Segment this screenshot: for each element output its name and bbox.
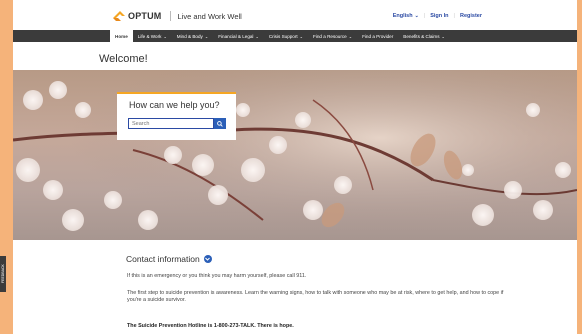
nav-item-label: Find a Resource [313, 33, 347, 39]
emergency-text: If this is an emergency or you think you… [127, 273, 307, 279]
search-button[interactable] [214, 118, 226, 129]
nav-item-life-work[interactable]: Life & Work ⌄ [133, 30, 172, 42]
contact-title: Contact information [126, 254, 200, 264]
top-links: English ⌄ | Sign In | Register [393, 13, 482, 19]
nav-item-label: Life & Work [137, 33, 162, 39]
nav-item-crisis-support[interactable]: Crisis Support ⌄ [264, 30, 308, 42]
optum-logo[interactable]: OPTUM Live and Work Well [112, 10, 242, 22]
nav-item-label: Benefits & Claims [403, 33, 440, 39]
search-icon [217, 120, 223, 127]
awareness-text: The first step to suicide prevention is … [127, 290, 504, 303]
top-header: OPTUM Live and Work Well English ⌄ | Sign… [13, 0, 577, 30]
nav-item-benefits-claims[interactable]: Benefits & Claims ⌄ [398, 30, 450, 42]
nav-item-find-a-resource[interactable]: Find a Resource ⌄ [308, 30, 357, 42]
nav-item-label: Crisis Support [268, 33, 298, 39]
help-search-card: How can we help you? [117, 92, 236, 140]
chevron-down-icon: ⌄ [204, 33, 209, 39]
optum-logo-icon [112, 10, 126, 22]
chevron-down-icon [203, 255, 212, 263]
feedback-tab[interactable]: FEEDBACK [0, 256, 6, 292]
cherry-blossom-image [13, 70, 577, 240]
contact-information-toggle[interactable]: Contact information [126, 254, 212, 264]
hero-banner [13, 70, 577, 240]
nav-item-label: Home [115, 33, 128, 39]
register-link[interactable]: Register [460, 13, 482, 19]
hotline-text: The Suicide Prevention Hotline is 1-800-… [127, 323, 294, 329]
chevron-down-icon: ⌄ [163, 33, 167, 39]
nav-item-label: Mind & Body [176, 33, 203, 39]
page-title: Welcome! [99, 53, 148, 65]
help-title: How can we help you? [129, 100, 220, 110]
chevron-down-icon: ⌄ [441, 33, 445, 39]
nav-item-label: Financial & Legal [218, 33, 254, 39]
language-selector[interactable]: English ⌄ [393, 13, 419, 19]
sign-in-link[interactable]: Sign In [430, 13, 448, 19]
nav-item-find-a-provider[interactable]: Find a Provider [357, 30, 398, 42]
page: OPTUM Live and Work Well English ⌄ | Sign… [13, 0, 577, 334]
logo-text: OPTUM [128, 11, 162, 21]
nav-item-mind-body[interactable]: Mind & Body ⌄ [172, 30, 213, 42]
link-divider: | [453, 13, 455, 19]
search-input[interactable] [128, 118, 214, 129]
link-divider: | [423, 13, 426, 19]
nav-item-financial-legal[interactable]: Financial & Legal ⌄ [213, 30, 264, 42]
chevron-down-icon: ⌄ [299, 33, 304, 39]
chevron-down-icon: ⌄ [348, 33, 353, 39]
tagline: Live and Work Well [177, 11, 242, 21]
chevron-down-icon: ⌄ [255, 33, 259, 39]
chevron-down-icon: ⌄ [414, 13, 419, 19]
nav-item-label: Find a Provider [362, 33, 394, 39]
logo-divider [169, 11, 171, 21]
main-nav: Home Life & Work ⌄ Mind & Body ⌄ Financial & … [13, 30, 577, 42]
nav-item-home[interactable]: Home [110, 30, 133, 42]
